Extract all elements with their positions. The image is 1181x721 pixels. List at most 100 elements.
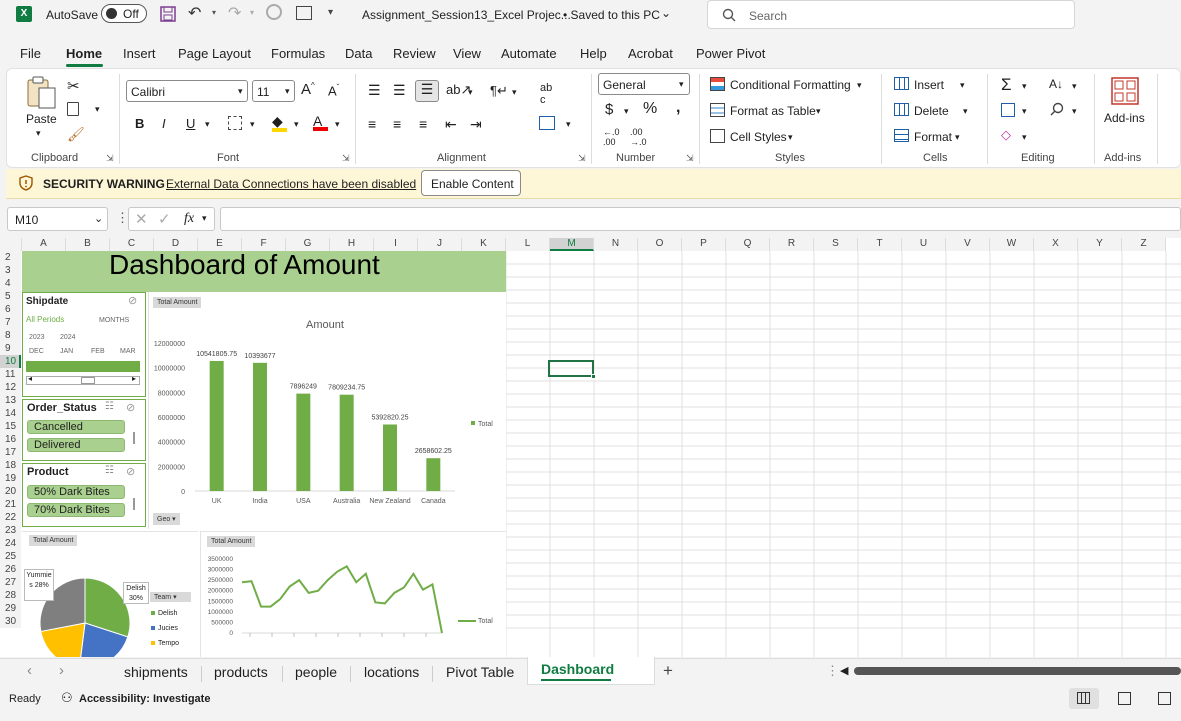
addins-button[interactable]: Add-ins bbox=[1104, 111, 1145, 125]
select-all-corner[interactable] bbox=[0, 238, 22, 251]
tab-home[interactable]: Home bbox=[66, 46, 102, 61]
addins-icon[interactable] bbox=[1111, 77, 1139, 105]
row-header[interactable]: 5 bbox=[0, 290, 21, 303]
row-header[interactable]: 3 bbox=[0, 264, 21, 277]
clear-filter-icon[interactable]: ⊘ bbox=[128, 294, 137, 307]
form-icon[interactable] bbox=[296, 6, 312, 20]
slicer-item-50-dark-bites[interactable]: 50% Dark Bites bbox=[27, 485, 125, 499]
slicer-item-70-dark-bites[interactable]: 70% Dark Bites bbox=[27, 503, 125, 517]
chevron-down-icon[interactable]: ▾ bbox=[788, 132, 793, 143]
slicer-item-cancelled[interactable]: Cancelled bbox=[27, 420, 125, 434]
sheet-tab-shipments[interactable]: shipments bbox=[124, 664, 188, 680]
column-header[interactable]: W bbox=[990, 238, 1034, 251]
tab-formulas[interactable]: Formulas bbox=[271, 46, 325, 61]
chevron-down-icon[interactable]: ▾ bbox=[955, 132, 960, 143]
fill-handle[interactable] bbox=[591, 374, 596, 379]
row-header[interactable]: 26 bbox=[0, 563, 21, 576]
bar[interactable] bbox=[426, 458, 441, 491]
bar[interactable] bbox=[253, 362, 267, 491]
undo-dropdown-icon[interactable]: ▾ bbox=[212, 8, 216, 17]
sort-filter-icon[interactable]: A↓ bbox=[1049, 77, 1063, 91]
chevron-down-icon[interactable]: ▾ bbox=[963, 106, 968, 117]
normal-view-icon[interactable] bbox=[1069, 688, 1099, 709]
fill-dropdown-icon[interactable]: ▾ bbox=[1022, 106, 1027, 117]
italic-icon[interactable]: I bbox=[162, 116, 166, 131]
row-header[interactable]: 9 bbox=[0, 342, 21, 355]
row-header[interactable]: 6 bbox=[0, 303, 21, 316]
column-header[interactable]: M bbox=[550, 238, 594, 251]
column-header[interactable]: K bbox=[462, 238, 506, 251]
scroll-left-icon[interactable]: ◂ bbox=[28, 374, 32, 383]
column-header[interactable]: F bbox=[242, 238, 286, 251]
underline-icon[interactable]: U bbox=[186, 116, 195, 131]
clear-filter-icon[interactable]: ⊘ bbox=[126, 401, 135, 414]
name-box[interactable]: M10 ⌄ bbox=[7, 207, 108, 231]
text-direction-icon[interactable]: ab c bbox=[540, 82, 552, 106]
scroll-thumb[interactable] bbox=[81, 377, 95, 384]
paste-icon[interactable] bbox=[25, 76, 57, 110]
merge-center-icon[interactable] bbox=[539, 116, 555, 130]
clipboard-launcher-icon[interactable]: ⇲ bbox=[106, 153, 114, 164]
save-status[interactable]: • Saved to this PC bbox=[563, 8, 660, 22]
wrap-text-icon[interactable]: ¶↵ bbox=[490, 83, 508, 99]
slicer-scrollbar[interactable] bbox=[133, 498, 135, 510]
alignment-launcher-icon[interactable]: ⇲ bbox=[578, 153, 586, 164]
format-painter-icon[interactable]: 🖌 bbox=[67, 126, 85, 143]
chevron-down-icon[interactable]: ▾ bbox=[960, 80, 965, 91]
sheet-tab-people[interactable]: people bbox=[295, 664, 337, 680]
save-icon[interactable] bbox=[160, 6, 176, 22]
number-format-dropdown[interactable]: General ▾ bbox=[598, 73, 690, 95]
fill-icon[interactable] bbox=[1001, 103, 1015, 117]
row-header[interactable]: 16 bbox=[0, 433, 21, 446]
customize-qat-icon[interactable]: ▾ bbox=[328, 7, 333, 18]
row-header[interactable]: 2 bbox=[0, 251, 21, 264]
timeline-bar[interactable] bbox=[26, 361, 140, 372]
tab-help[interactable]: Help bbox=[580, 46, 607, 61]
merge-dropdown-icon[interactable]: ▾ bbox=[566, 119, 571, 130]
tab-page-layout[interactable]: Page Layout bbox=[178, 46, 251, 61]
fill-color-dropdown-icon[interactable]: ▾ bbox=[294, 119, 299, 130]
accessibility-icon[interactable]: ⚇ bbox=[61, 690, 73, 706]
row-header[interactable]: 19 bbox=[0, 472, 21, 485]
format-cells-button[interactable]: Format bbox=[914, 130, 952, 144]
number-launcher-icon[interactable]: ⇲ bbox=[686, 153, 694, 164]
enable-content-button[interactable]: Enable Content bbox=[421, 170, 521, 196]
column-header[interactable]: G bbox=[286, 238, 330, 251]
clear-filter-icon[interactable]: ⊘ bbox=[126, 465, 135, 478]
scroll-left-icon[interactable]: ◀ bbox=[840, 664, 848, 677]
tab-file[interactable]: File bbox=[20, 46, 41, 61]
column-header[interactable]: L bbox=[506, 238, 550, 251]
column-header[interactable]: C bbox=[110, 238, 154, 251]
prev-sheet-icon[interactable]: ‹ bbox=[27, 662, 32, 679]
column-header[interactable]: X bbox=[1034, 238, 1078, 251]
column-header[interactable]: Q bbox=[726, 238, 770, 251]
row-header[interactable]: 4 bbox=[0, 277, 21, 290]
autosum-icon[interactable]: Σ bbox=[1001, 75, 1012, 95]
months-dropdown[interactable]: MONTHS bbox=[99, 317, 129, 324]
row-header[interactable]: 28 bbox=[0, 589, 21, 602]
column-header[interactable]: A bbox=[22, 238, 66, 251]
row-header[interactable]: 21 bbox=[0, 498, 21, 511]
bold-icon[interactable]: B bbox=[135, 116, 144, 131]
column-header[interactable]: J bbox=[418, 238, 462, 251]
row-header[interactable]: 10 bbox=[0, 355, 21, 368]
tab-review[interactable]: Review bbox=[393, 46, 436, 61]
delete-cells-button[interactable]: Delete bbox=[914, 104, 949, 118]
font-color-dropdown-icon[interactable]: ▾ bbox=[335, 119, 340, 130]
decrease-font-icon[interactable]: Aˇ bbox=[328, 83, 339, 98]
row-header[interactable]: 15 bbox=[0, 420, 21, 433]
increase-decimal-icon[interactable]: ←.0.00 bbox=[603, 127, 620, 147]
row-header[interactable]: 11 bbox=[0, 368, 21, 381]
sheet-tab-dashboard[interactable]: Dashboard bbox=[527, 657, 655, 685]
underline-dropdown-icon[interactable]: ▾ bbox=[205, 119, 210, 130]
font-color-icon[interactable]: A bbox=[313, 113, 328, 131]
row-header[interactable]: 20 bbox=[0, 485, 21, 498]
column-header[interactable]: D bbox=[154, 238, 198, 251]
insert-cells-button[interactable]: Insert bbox=[914, 78, 944, 92]
row-header[interactable]: 17 bbox=[0, 446, 21, 459]
increase-indent-icon[interactable]: ⇥ bbox=[470, 116, 482, 133]
add-sheet-icon[interactable]: + bbox=[663, 661, 673, 681]
copy-dropdown-icon[interactable]: ▾ bbox=[95, 104, 100, 115]
row-header[interactable]: 30 bbox=[0, 615, 21, 628]
multi-select-icon[interactable]: ☷ bbox=[105, 401, 114, 412]
